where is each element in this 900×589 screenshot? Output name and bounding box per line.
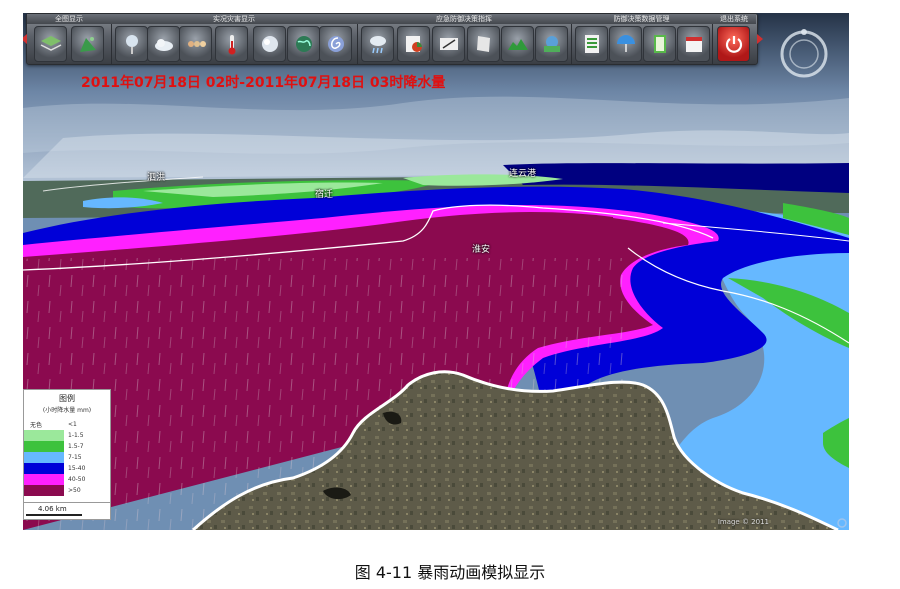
pen-icon	[439, 38, 458, 50]
legend-swatch	[24, 485, 64, 496]
legend-row: 40-50	[24, 474, 110, 485]
legend-range-label: 1-1.5	[68, 432, 84, 439]
pen-button[interactable]	[432, 26, 465, 62]
storm-cloud-button[interactable]	[253, 26, 286, 62]
spreadsheet-icon	[584, 35, 599, 53]
cloud-icon	[154, 39, 173, 51]
spreadsheet-button[interactable]	[575, 26, 608, 62]
rainfall-legend: 图例 (小时降水量 mm) 无色 <1 1-1.5 1.5-7 7-15 15-40 40-…	[23, 389, 111, 503]
terrain-icon	[79, 37, 96, 52]
main-toolbar: 全图显示 实况灾害显示 应急防御决策指挥 防御决策数据管理 退出系统	[23, 13, 763, 65]
map-viewport[interactable]: 全图显示 实况灾害显示 应急防御决策指挥 防御决策数据管理 退出系统 2011年…	[23, 13, 849, 530]
umbrella-icon	[616, 35, 635, 52]
network-icon	[543, 36, 560, 52]
legend-row: 1.5-7	[24, 441, 110, 452]
typhoon-button[interactable]	[319, 26, 352, 62]
umbrella-button[interactable]	[609, 26, 642, 62]
legend-swatch	[24, 463, 64, 474]
mountain-chart-button[interactable]	[501, 26, 534, 62]
legend-row: 7-15	[24, 452, 110, 463]
mountain-chart-icon	[507, 39, 528, 50]
toolbar-group-label: 防御决策数据管理	[571, 14, 712, 24]
legend-range-label: 1.5-7	[68, 443, 84, 450]
wind-button[interactable]	[179, 26, 212, 62]
legend-row: 无色 <1	[24, 419, 110, 430]
legend-title: 图例	[59, 394, 75, 403]
layers-icon	[40, 36, 61, 51]
legend-row: 1-1.5	[24, 430, 110, 441]
toolbar-group-label: 应急防御决策指挥	[357, 14, 571, 24]
calendar-icon	[685, 37, 702, 52]
rain-button[interactable]	[361, 26, 394, 62]
weather-station-icon	[125, 35, 138, 54]
legend-swatch	[24, 430, 64, 441]
legend-range-label: 40-50	[68, 476, 86, 483]
rain-icon	[369, 36, 386, 54]
scale-line	[26, 514, 82, 516]
legend-swatch	[24, 441, 64, 452]
legend-unit: (小时降水量 mm)	[42, 407, 92, 414]
toolbar-collapse-right-arrow[interactable]	[757, 34, 763, 44]
legend-row: 15-40	[24, 463, 110, 474]
terrain-button[interactable]	[71, 26, 104, 62]
legend-range-label: 7-15	[68, 454, 82, 461]
pie-chart-icon	[405, 36, 422, 52]
legend-row: >50	[24, 485, 110, 496]
storm-cloud-icon	[261, 36, 278, 52]
document-button[interactable]	[467, 26, 500, 62]
legend-range-label: >50	[68, 487, 81, 494]
thermometer-icon	[228, 35, 235, 55]
legend-swatch-label: 无色	[30, 422, 43, 429]
legend-range-label: 15-40	[68, 465, 86, 472]
power-icon	[725, 36, 742, 53]
calendar-button[interactable]	[677, 26, 710, 62]
toolbar-group-label: 实况灾害显示	[111, 14, 357, 24]
typhoon-icon	[327, 36, 344, 52]
legend-swatch	[24, 474, 64, 485]
cloud-button[interactable]	[147, 26, 180, 62]
power-exit-button[interactable]	[717, 26, 750, 62]
place-label-suqian: 宿迁	[315, 190, 334, 200]
toolbar-group-label: 全图显示	[27, 14, 111, 24]
place-label-sihong: 泗洪	[147, 173, 166, 183]
globe-button[interactable]	[287, 26, 320, 62]
navigation-compass-icon[interactable]	[779, 29, 829, 79]
figure-caption: 图 4-11 暴雨动画模拟显示	[354, 563, 546, 582]
legend-swatch	[24, 452, 64, 463]
thermometer-button[interactable]	[215, 26, 248, 62]
notebook-button[interactable]	[643, 26, 676, 62]
wind-icon	[187, 41, 206, 47]
place-label-huaian: 淮安	[472, 245, 491, 255]
imagery-copyright: Image © 2011	[717, 518, 769, 526]
pie-chart-button[interactable]	[397, 26, 430, 62]
globe-icon	[295, 36, 312, 52]
settings-icon[interactable]	[837, 518, 847, 528]
place-label-lianyungang: 连云港	[509, 169, 537, 179]
weather-station-button[interactable]	[115, 26, 148, 62]
legend-range-label: <1	[68, 421, 77, 428]
scale-bar: 4.06 km	[23, 502, 111, 520]
layers-button[interactable]	[34, 26, 67, 62]
toolbar-group-label: 退出系统	[712, 14, 756, 24]
document-icon	[476, 36, 490, 52]
rainfall-time-title: 2011年07月18日 02时-2011年07月18日 03时降水量	[81, 75, 446, 91]
scale-text: 4.06 km	[38, 505, 67, 513]
notebook-icon	[653, 35, 666, 53]
network-button[interactable]	[535, 26, 568, 62]
